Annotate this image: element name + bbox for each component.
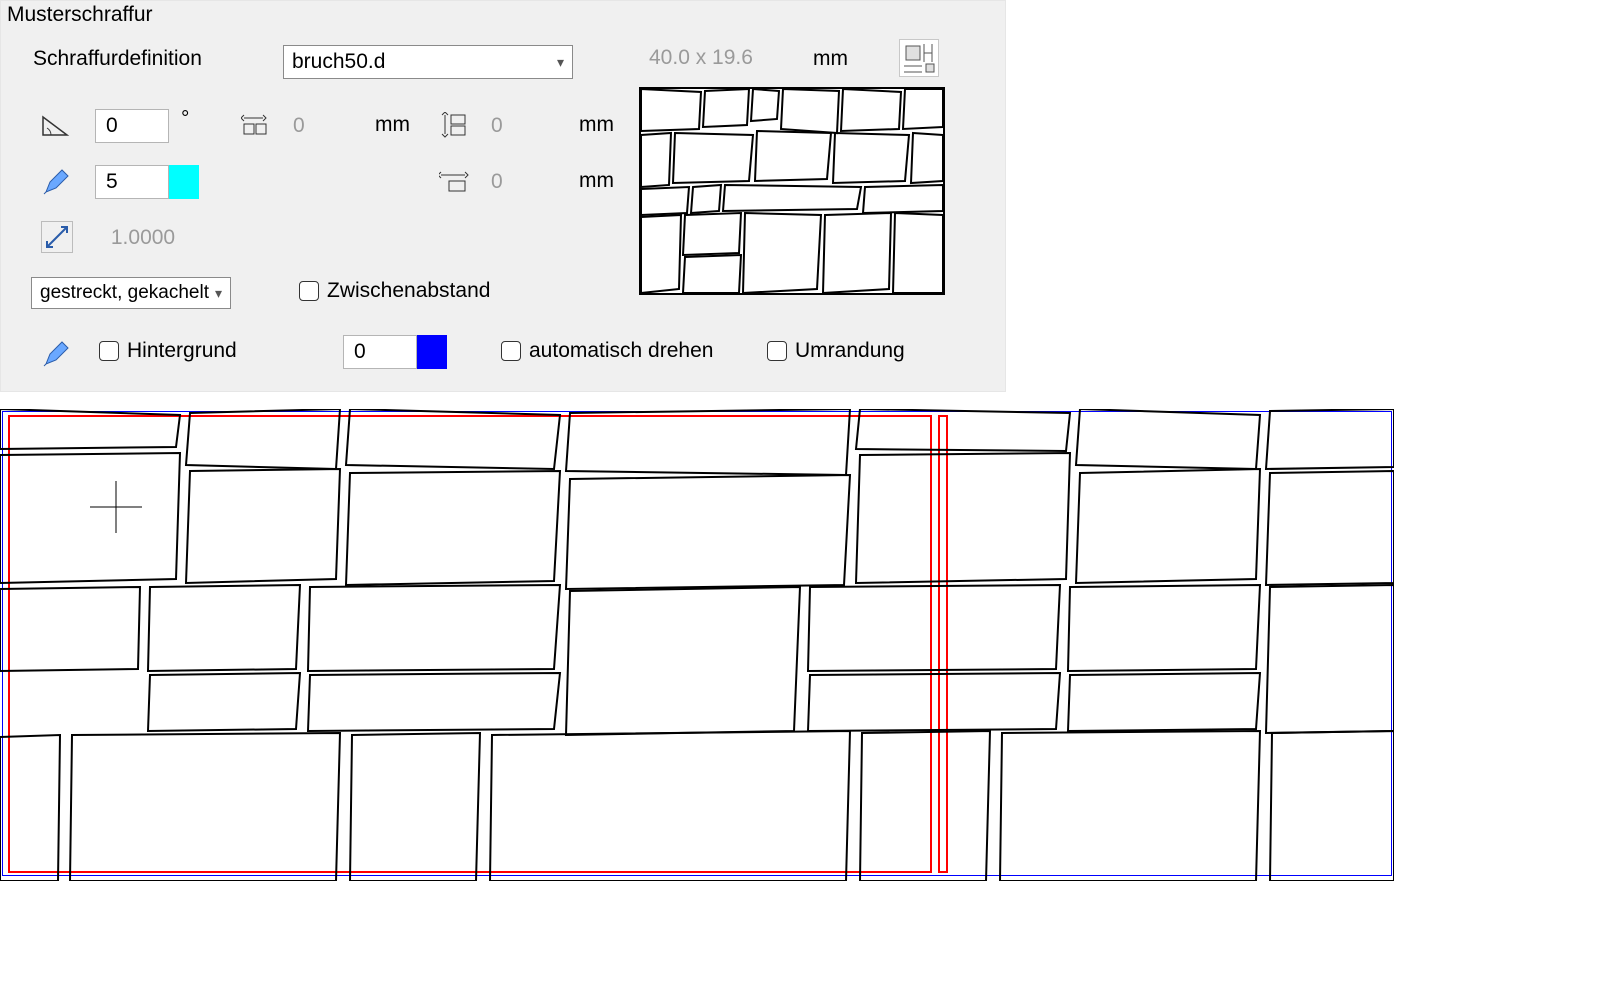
stone-pattern-icon: [0, 409, 1394, 881]
offset-y-unit: mm: [579, 113, 614, 137]
offset-y-icon: [439, 111, 469, 141]
gap-icon: [439, 167, 469, 197]
border-checkbox[interactable]: Umrandung: [767, 339, 905, 363]
intermediate-checkbox[interactable]: Zwischenabstand: [299, 279, 490, 303]
panel-title: Musterschraffur: [7, 3, 153, 27]
mode-value: gestreckt, gekachelt: [40, 282, 209, 304]
offset-x-icon: [241, 111, 271, 141]
size-unit: mm: [813, 47, 848, 71]
chevron-down-icon: ▾: [215, 285, 222, 302]
pen-input[interactable]: 5: [95, 165, 169, 199]
stone-pattern-icon: [641, 89, 943, 293]
gap-unit: mm: [579, 169, 614, 193]
offset-y-input[interactable]: 0: [481, 109, 555, 143]
definition-dropdown[interactable]: bruch50.d ▾: [283, 45, 573, 79]
offset-x-unit: mm: [375, 113, 410, 137]
measure-mode-button[interactable]: [899, 39, 939, 77]
mode-dropdown[interactable]: gestreckt, gekachelt ▾: [31, 277, 231, 309]
auto-rotate-checkbox[interactable]: automatisch drehen: [501, 339, 713, 363]
bg-pen-input[interactable]: 0: [343, 335, 417, 369]
pattern-hatch-panel: Musterschraffur Schraffurdefinition bruc…: [0, 0, 1006, 392]
pen-icon: [41, 167, 71, 197]
background-checkbox[interactable]: Hintergrund: [99, 339, 237, 363]
scale-icon[interactable]: [41, 221, 73, 253]
drawing-canvas[interactable]: [0, 409, 1394, 881]
dimension-icon: [900, 40, 938, 76]
angle-input[interactable]: 0: [95, 109, 169, 143]
checkbox-box: [299, 281, 319, 301]
chevron-down-icon: ▾: [557, 54, 564, 71]
pattern-preview: [639, 87, 945, 295]
checkbox-box: [99, 341, 119, 361]
checkbox-box: [767, 341, 787, 361]
gap-input[interactable]: 0: [481, 165, 555, 199]
checkbox-box: [501, 341, 521, 361]
angle-unit: °: [181, 107, 189, 131]
offset-x-input[interactable]: 0: [283, 109, 357, 143]
angle-icon: [41, 111, 71, 141]
bg-color-swatch[interactable]: [417, 335, 447, 369]
definition-value: bruch50.d: [292, 50, 385, 74]
pen-color-swatch[interactable]: [169, 165, 199, 199]
size-readout: 40.0 x 19.6: [639, 41, 799, 75]
definition-label: Schraffurdefinition: [33, 47, 202, 71]
pen-icon: [41, 339, 71, 369]
scale-input[interactable]: 1.0000: [95, 221, 191, 255]
